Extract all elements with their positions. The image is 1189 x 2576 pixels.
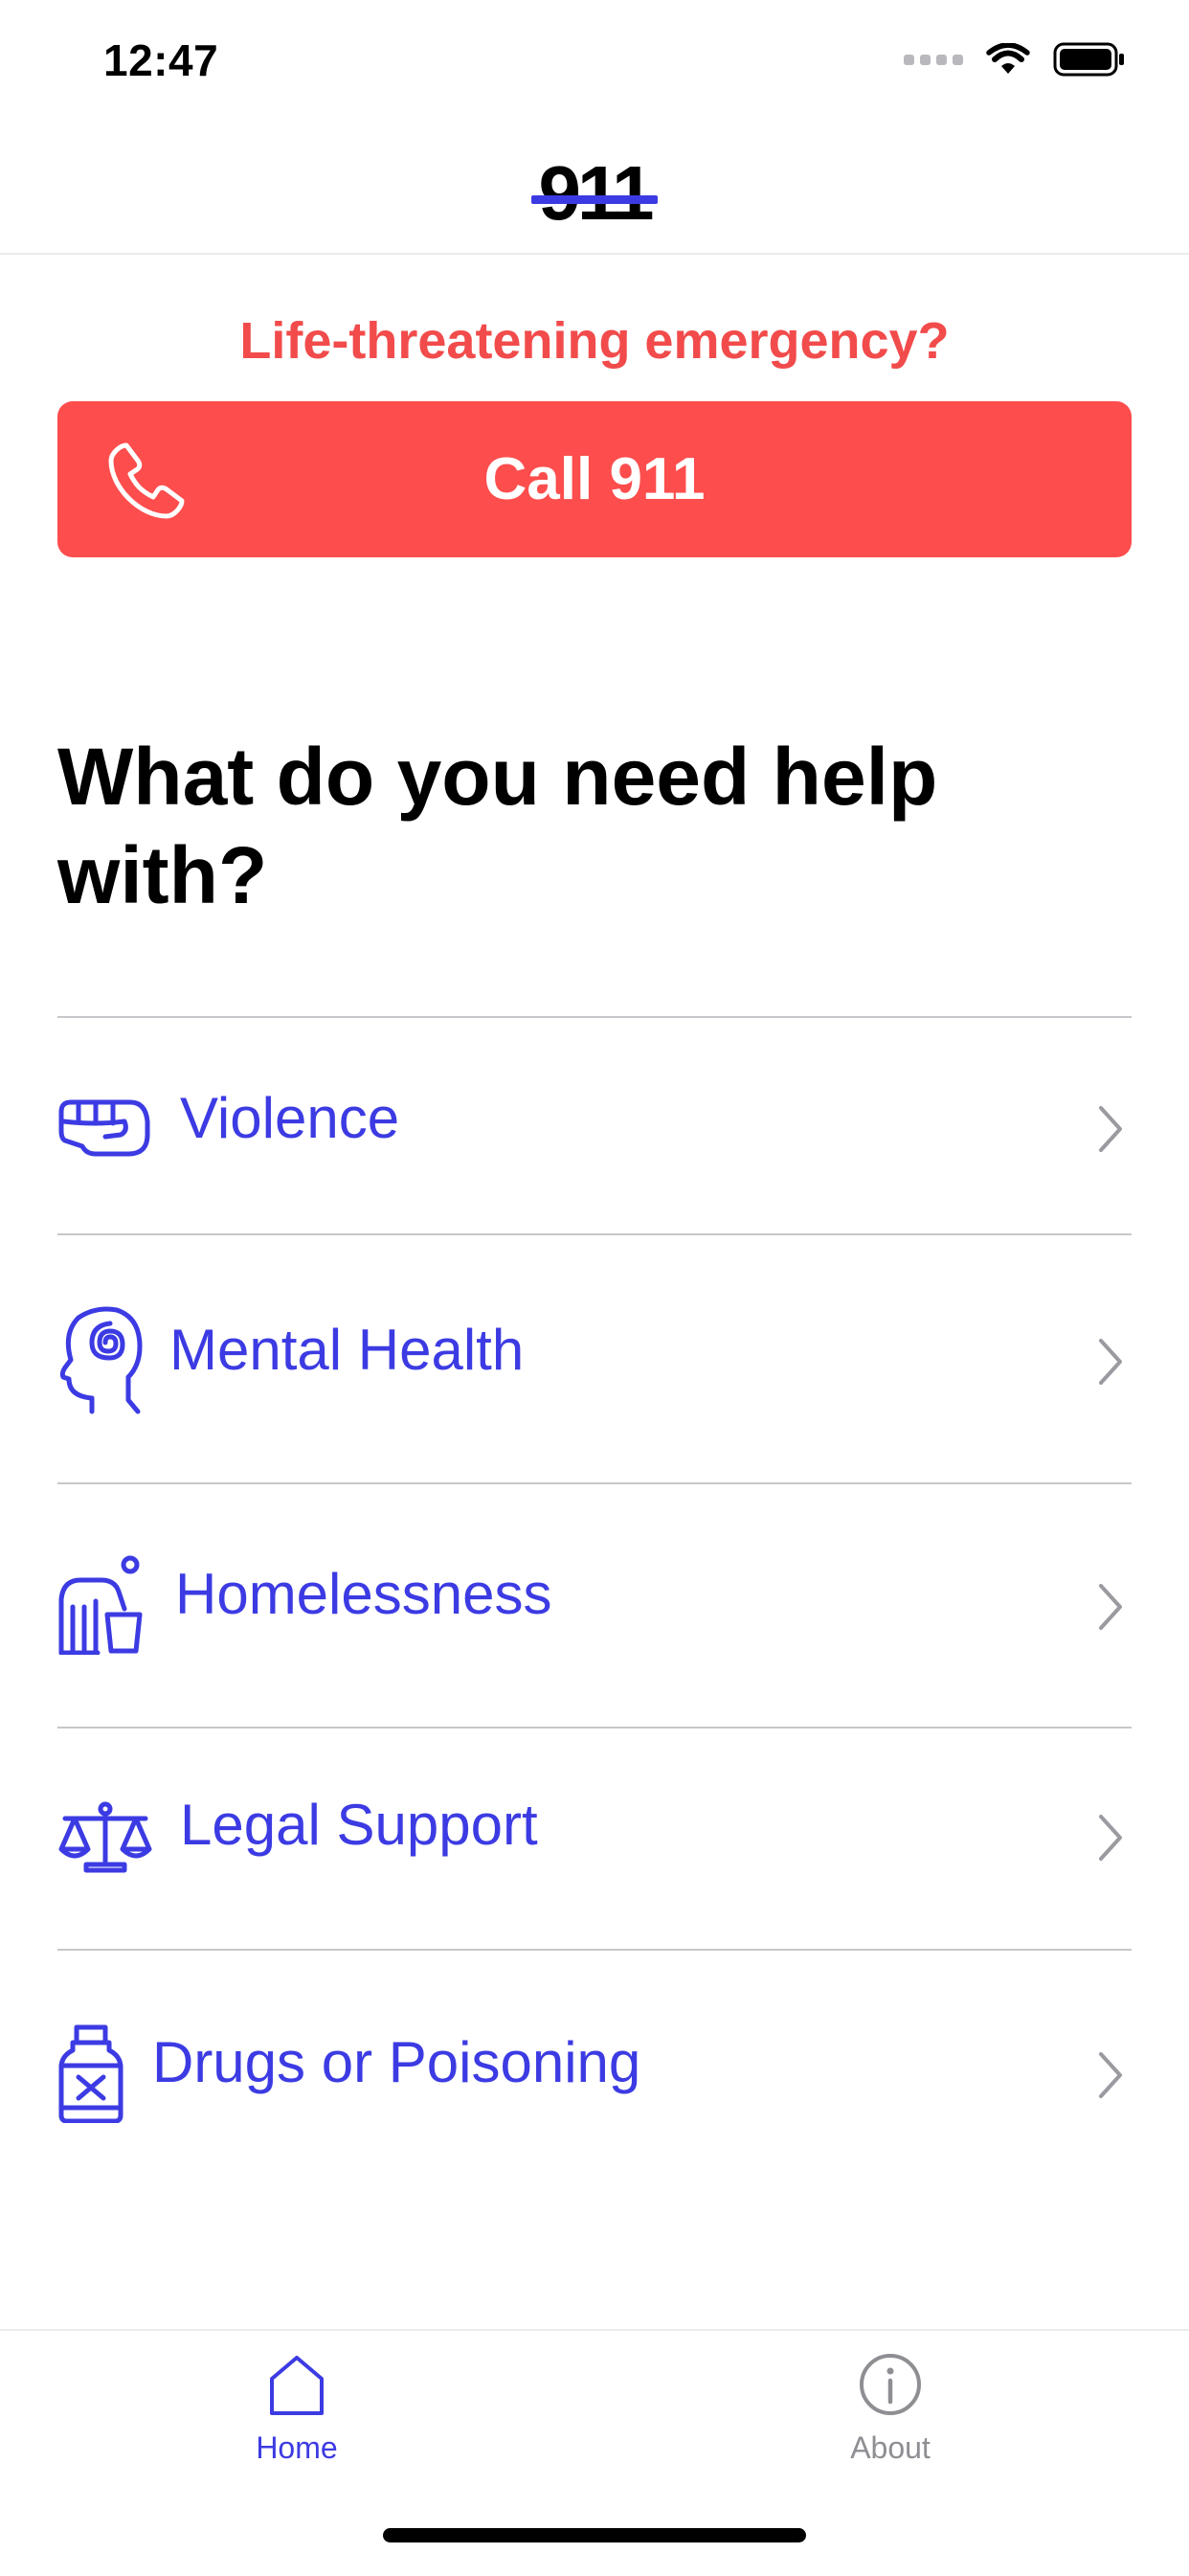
tab-about-label: About	[850, 2430, 931, 2465]
section-title: What do you need help with?	[57, 732, 938, 920]
call-911-button[interactable]: Call 911	[57, 401, 1132, 557]
chevron-right-icon	[1099, 1584, 1122, 1630]
help-item-mental-health[interactable]: Mental Health	[57, 1233, 1132, 1484]
head-spiral-icon	[59, 1306, 143, 1414]
help-item-drugs-or-poisoning[interactable]: Drugs or Poisoning	[57, 1949, 1132, 2171]
fist-icon	[58, 1099, 150, 1157]
logo-text: 911	[538, 150, 654, 236]
homeless-person-icon	[58, 1555, 143, 1655]
cellular-signal-icon	[904, 54, 963, 65]
home-icon	[270, 2356, 324, 2415]
help-item-label: Homelessness	[175, 1562, 552, 1626]
emergency-question: Life-threatening emergency?	[239, 312, 950, 370]
poison-bottle-icon	[58, 2024, 123, 2123]
wifi-icon	[986, 43, 1030, 74]
status-icons	[904, 42, 1126, 77]
tab-about[interactable]: About	[747, 2331, 1034, 2494]
battery-icon	[1053, 42, 1124, 77]
help-item-label: Mental Health	[169, 1318, 525, 1382]
chevron-right-icon	[1099, 1815, 1122, 1861]
tab-home[interactable]: Home	[153, 2331, 440, 2494]
status-time: 12:47	[103, 35, 219, 85]
home-indicator[interactable]	[383, 2528, 806, 2542]
app-logo: 911	[529, 147, 660, 239]
call-button-label: Call 911	[483, 446, 706, 512]
help-item-label: Violence	[180, 1086, 400, 1150]
chevron-right-icon	[1099, 1106, 1122, 1152]
tab-home-label: Home	[256, 2430, 338, 2465]
help-item-label: Legal Support	[180, 1793, 538, 1857]
help-item-label: Drugs or Poisoning	[152, 2030, 641, 2094]
app-header: 911	[0, 124, 1189, 255]
status-bar: 12:47	[0, 0, 1189, 124]
help-item-homelessness[interactable]: Homelessness	[57, 1482, 1132, 1729]
scales-icon	[58, 1801, 152, 1873]
info-icon	[860, 2354, 921, 2415]
chevron-right-icon	[1099, 1339, 1122, 1385]
chevron-right-icon	[1099, 2052, 1122, 2098]
help-item-violence[interactable]: Violence	[57, 1016, 1132, 1235]
logo-strike	[531, 195, 658, 204]
help-item-legal-support[interactable]: Legal Support	[57, 1727, 1132, 1951]
